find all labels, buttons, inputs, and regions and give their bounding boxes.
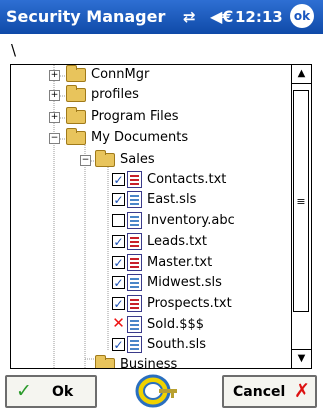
checkbox-checked[interactable]: ✓ xyxy=(112,235,125,248)
ok-button-label: Ok xyxy=(52,384,74,400)
tree-item-label: East.sls xyxy=(147,192,197,207)
tree-folder-item[interactable]: Business xyxy=(11,355,293,369)
checkbox-checked[interactable]: ✓ xyxy=(112,193,125,206)
signal-icon[interactable]: ⇄ xyxy=(183,8,196,26)
tree-item-label: Midwest.sls xyxy=(147,275,222,290)
document-icon xyxy=(127,233,142,250)
tree-item-label: Sales xyxy=(120,152,155,167)
checkbox-checked[interactable]: ✓ xyxy=(112,338,125,351)
document-icon xyxy=(127,316,142,333)
vertical-scrollbar[interactable]: ▲ ≡ ▼ xyxy=(291,65,311,368)
document-icon xyxy=(127,274,142,291)
folder-icon xyxy=(66,65,86,82)
tree-item-label: Inventory.abc xyxy=(147,213,235,228)
key-logo-icon xyxy=(135,374,177,408)
checkbox-checked[interactable]: ✓ xyxy=(112,256,125,269)
tree-file-item[interactable]: ✓ Prospects.txt xyxy=(11,294,293,314)
clock-time[interactable]: 12:13 xyxy=(235,8,283,26)
scroll-down-arrow-icon[interactable]: ▼ xyxy=(292,349,311,368)
tree-file-item[interactable]: Inventory.abc xyxy=(11,211,293,231)
speaker-icon[interactable]: ◀€ xyxy=(210,7,233,26)
cancel-button[interactable]: Cancel ✗ xyxy=(222,375,317,408)
tree-folder-item[interactable]: + ConnMgr xyxy=(11,65,293,85)
tree-viewport: + ConnMgr + profiles + Program Files − My Docum… xyxy=(11,65,293,369)
file-tree[interactable]: + ConnMgr + profiles + Program Files − My Docum… xyxy=(10,64,312,369)
folder-icon xyxy=(95,150,115,167)
tree-item-label: Sold.$$$ xyxy=(147,317,205,332)
close-x-icon: ✗ xyxy=(294,380,310,402)
document-icon xyxy=(127,336,142,353)
collapse-icon[interactable]: − xyxy=(49,133,60,144)
ok-close-button[interactable]: ok xyxy=(290,4,314,28)
collapse-icon[interactable]: − xyxy=(80,155,91,166)
tree-file-item[interactable]: ✓ East.sls xyxy=(11,190,293,210)
document-icon xyxy=(127,254,142,271)
current-path: \ xyxy=(11,41,17,59)
tree-file-item[interactable]: ✓ Leads.txt xyxy=(11,232,293,252)
expand-icon[interactable]: + xyxy=(49,70,60,81)
expand-icon[interactable]: + xyxy=(49,112,60,123)
checkmark-icon: ✓ xyxy=(16,380,32,402)
tree-item-label: Business xyxy=(120,357,178,369)
ok-button[interactable]: ✓ Ok xyxy=(5,375,97,408)
folder-icon xyxy=(66,128,86,145)
folder-icon xyxy=(66,107,86,124)
tree-file-item[interactable]: ✕ Sold.$$$ xyxy=(11,315,293,335)
document-icon xyxy=(127,191,142,208)
tree-folder-item[interactable]: − Sales xyxy=(11,150,293,170)
expand-icon[interactable]: + xyxy=(49,90,60,101)
tree-file-item[interactable]: ✓ Master.txt xyxy=(11,253,293,273)
scroll-thumb[interactable]: ≡ xyxy=(293,90,309,312)
tree-item-label: Prospects.txt xyxy=(147,296,232,311)
tree-file-item[interactable]: ✓ South.sls xyxy=(11,335,293,355)
document-icon xyxy=(127,212,142,229)
tree-folder-item[interactable]: − My Documents xyxy=(11,128,293,148)
tree-item-label: Master.txt xyxy=(147,255,213,270)
tree-folder-item[interactable]: + profiles xyxy=(11,85,293,105)
checkbox-checked[interactable]: ✓ xyxy=(112,173,125,186)
tree-folder-item[interactable]: + Program Files xyxy=(11,107,293,127)
cancel-button-label: Cancel xyxy=(233,384,286,400)
tree-item-label: ConnMgr xyxy=(91,67,150,82)
tree-item-label: Contacts.txt xyxy=(147,172,227,187)
window-title: Security Manager xyxy=(6,7,166,26)
tree-item-label: My Documents xyxy=(91,130,189,145)
tree-item-label: Program Files xyxy=(91,109,179,124)
folder-icon xyxy=(95,355,115,368)
tree-file-item[interactable]: ✓ Midwest.sls xyxy=(11,273,293,293)
folder-icon xyxy=(66,85,86,102)
checkbox-checked[interactable]: ✓ xyxy=(112,297,125,310)
tree-item-label: Leads.txt xyxy=(147,234,208,249)
denied-x-icon[interactable]: ✕ xyxy=(112,316,125,331)
grip-icon: ≡ xyxy=(296,195,306,208)
scroll-up-arrow-icon[interactable]: ▲ xyxy=(292,65,311,84)
document-icon xyxy=(127,171,142,188)
document-icon xyxy=(127,295,142,312)
checkbox-checked[interactable]: ✓ xyxy=(112,276,125,289)
checkbox-unchecked[interactable] xyxy=(112,214,125,227)
title-bar: Security Manager ⇄ ◀€ 12:13 ok xyxy=(0,0,323,34)
tree-item-label: South.sls xyxy=(147,337,207,352)
tree-file-item[interactable]: ✓ Contacts.txt xyxy=(11,170,293,190)
tree-item-label: profiles xyxy=(91,87,139,102)
